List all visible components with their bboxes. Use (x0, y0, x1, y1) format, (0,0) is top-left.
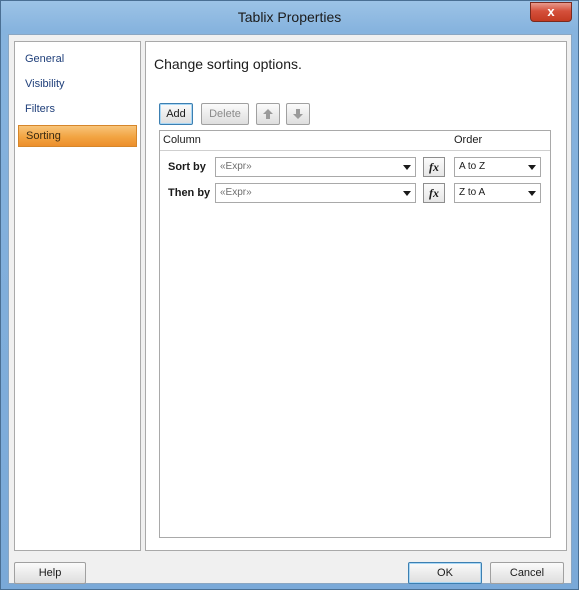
add-button-label: Add (166, 108, 186, 120)
cancel-button[interactable]: Cancel (490, 562, 564, 584)
sort-by-column-value: «Expr» (220, 161, 252, 172)
then-by-order-combo[interactable]: Z to A (454, 183, 541, 203)
nav-item-general[interactable]: General (18, 49, 137, 71)
help-button[interactable]: Help (14, 562, 86, 584)
then-by-order-value: Z to A (459, 187, 486, 198)
chevron-down-icon (403, 191, 411, 196)
dialog-client-area: General Visibility Filters Sorting Chang… (8, 34, 572, 584)
sorting-panel: Change sorting options. Add Delete Colum… (145, 41, 567, 551)
nav-item-filters[interactable]: Filters (18, 99, 137, 121)
fx-icon: fx (429, 160, 439, 174)
sort-by-expression-button[interactable]: fx (423, 157, 445, 177)
sort-by-order-value: A to Z (459, 161, 486, 172)
move-up-button[interactable] (256, 103, 280, 125)
ok-button[interactable]: OK (408, 562, 482, 584)
then-by-column-value: «Expr» (220, 187, 252, 198)
grid-header: Column Order (160, 131, 550, 151)
sort-grid: Column Order Sort by «Expr» fx A to Z Th… (159, 130, 551, 538)
then-by-expression-button[interactable]: fx (423, 183, 445, 203)
page-title: Change sorting options. (154, 56, 302, 72)
sort-by-column-combo[interactable]: «Expr» (215, 157, 416, 177)
then-by-label: Then by (168, 187, 211, 199)
page-nav: General Visibility Filters Sorting (14, 41, 141, 551)
chevron-down-icon (403, 165, 411, 170)
chevron-down-icon (528, 191, 536, 196)
nav-item-label: Filters (25, 103, 55, 115)
arrow-down-icon (293, 109, 303, 119)
arrow-up-icon (263, 109, 273, 119)
fx-icon: fx (429, 186, 439, 200)
close-icon: x (547, 4, 555, 19)
sort-by-order-combo[interactable]: A to Z (454, 157, 541, 177)
delete-button-label: Delete (209, 108, 241, 120)
then-by-column-combo[interactable]: «Expr» (215, 183, 416, 203)
order-header: Order (454, 134, 483, 146)
nav-item-label: General (25, 53, 65, 65)
nav-item-visibility[interactable]: Visibility (18, 74, 137, 96)
add-button[interactable]: Add (159, 103, 193, 125)
titlebar[interactable]: Tablix Properties x (1, 1, 578, 34)
close-button[interactable]: x (530, 2, 572, 22)
move-down-button[interactable] (286, 103, 310, 125)
column-header: Column (163, 134, 201, 146)
cancel-button-label: Cancel (509, 567, 545, 579)
delete-button[interactable]: Delete (201, 103, 249, 125)
dialog-window: Tablix Properties x General Visibility F… (0, 0, 579, 590)
chevron-down-icon (528, 165, 536, 170)
sort-by-label: Sort by (168, 161, 206, 173)
window-title: Tablix Properties (237, 9, 342, 25)
help-button-label: Help (38, 567, 62, 579)
nav-item-label: Sorting (26, 130, 61, 142)
nav-item-label: Visibility (25, 78, 65, 90)
nav-item-sorting[interactable]: Sorting (18, 125, 137, 147)
ok-button-label: OK (437, 567, 453, 579)
